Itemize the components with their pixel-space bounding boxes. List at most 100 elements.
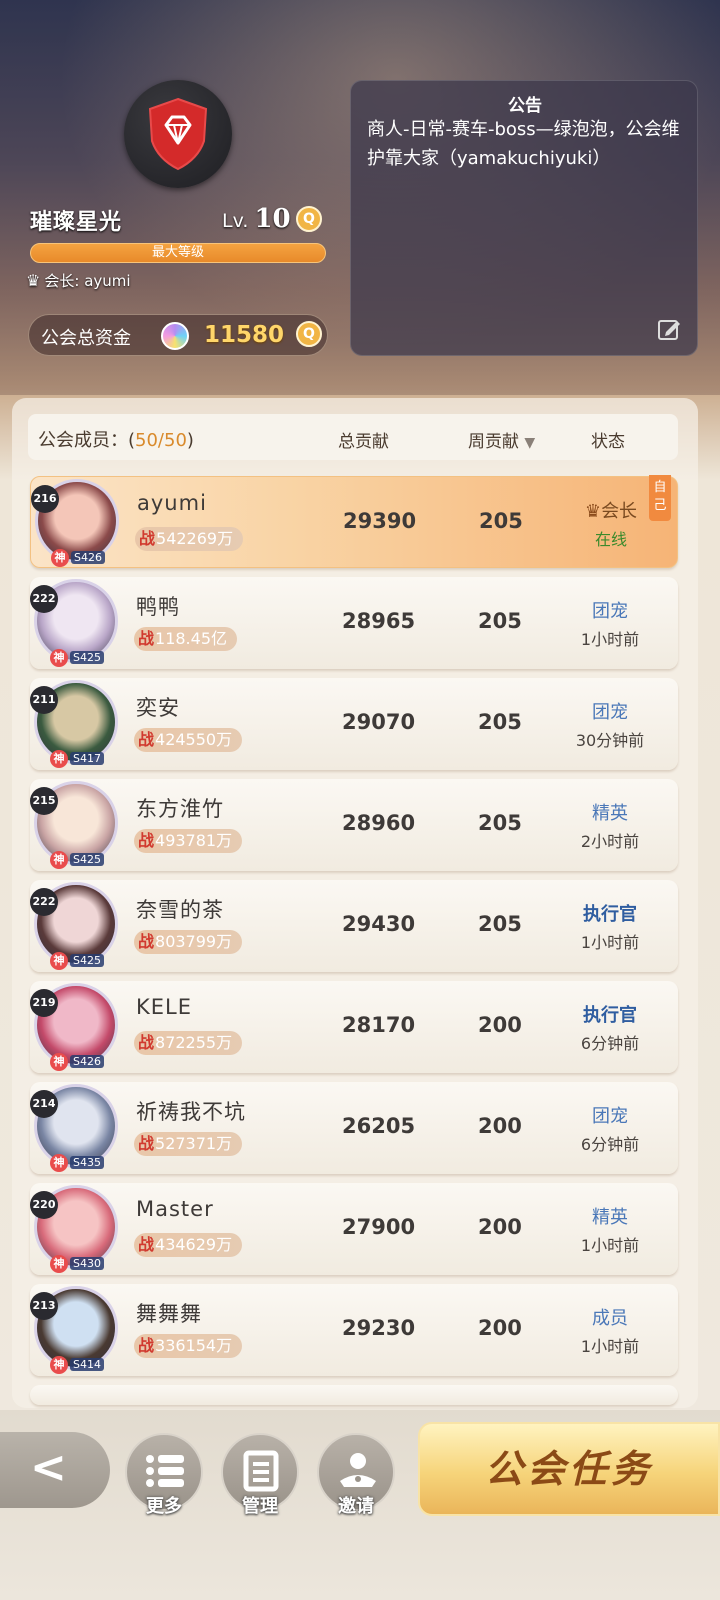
edit-icon[interactable]: [657, 317, 681, 341]
level-badge: 222: [30, 585, 58, 613]
member-row[interactable]: 220 神 S430 Master 战434629万 27900 200 精英 1小时前: [30, 1183, 678, 1275]
member-row[interactable]: 222 神 S425 奈雪的茶 战803799万 29430 205 执行官 1小时前: [30, 880, 678, 972]
god-badge-icon: 神: [51, 549, 69, 567]
god-badge-icon: 神: [50, 952, 68, 970]
combat-power: 战872255万: [134, 1031, 243, 1055]
level-badge: 211: [30, 686, 58, 714]
level-badge: 220: [30, 1191, 58, 1219]
member-name: KELE: [136, 995, 193, 1019]
total-contribution: 29390: [343, 509, 417, 533]
gem-icon: [161, 322, 189, 350]
member-row[interactable]: 219 神 S426 KELE 战872255万 28170 200 执行官 6分钟前: [30, 981, 678, 1073]
power-prefix: 战: [138, 831, 155, 850]
total-contribution: 29430: [342, 912, 416, 936]
sort-down-icon: ▼: [524, 435, 536, 451]
guild-emblem[interactable]: [124, 80, 232, 188]
power-value: 424550万: [155, 730, 233, 749]
power-prefix: 战: [138, 1134, 155, 1153]
col-week-header[interactable]: 周贡献 ▼: [468, 427, 535, 452]
god-badge-icon: 神: [50, 649, 68, 667]
power-value: 493781万: [155, 831, 233, 850]
guild-name: 璀璨星光: [30, 210, 123, 235]
role-label: 执行官: [583, 1005, 637, 1026]
server-tag: S414: [70, 1358, 104, 1371]
total-contribution: 28960: [342, 811, 416, 835]
power-prefix: 战: [138, 1336, 155, 1355]
member-row[interactable]: 222 神 S425 鸭鸭 战118.45亿 28965 205 团宠 1小时前: [30, 577, 678, 669]
god-badge-icon: 神: [50, 1255, 68, 1273]
member-name: 奈雪的茶: [136, 898, 224, 922]
back-arrow-icon[interactable]: <: [0, 1432, 110, 1508]
member-row[interactable]: 211 神 S417 奕安 战424550万 29070 205 团宠 30分钟前: [30, 678, 678, 770]
member-row[interactable]: 213 神 S414 舞舞舞 战336154万 29230 200 成员 1小时前: [30, 1284, 678, 1376]
server-tag: S425: [70, 954, 104, 967]
member-row-partial[interactable]: [30, 1385, 678, 1405]
member-role: 团宠: [555, 1102, 665, 1128]
combat-power: 战542269万: [135, 527, 244, 551]
power-value: 434629万: [155, 1235, 233, 1254]
role-label: 会长: [601, 501, 638, 522]
god-badge-icon: 神: [50, 1154, 68, 1172]
invite-label: 邀请: [338, 1496, 374, 1517]
server-tag: S435: [70, 1156, 104, 1169]
member-row-self[interactable]: 216 神 S426 ayumi 战542269万 29390 205 ♛会长 在线 自己: [30, 475, 678, 568]
god-badge-icon: 神: [50, 851, 68, 869]
member-name: 鸭鸭: [136, 595, 180, 619]
crown-icon: ♛: [26, 271, 41, 290]
col-total-header[interactable]: 总贡献: [338, 427, 389, 452]
weekly-contribution: 200: [478, 1215, 522, 1239]
manage-label: 管理: [242, 1496, 278, 1517]
combat-power: 战118.45亿: [134, 627, 238, 651]
notice-board: 公告 商人-日常-赛车-boss—绿泡泡，公会维护靠大家（yamakuchiyu…: [350, 80, 698, 356]
member-row[interactable]: 215 神 S425 东方淮竹 战493781万 28960 205 精英 2小时前: [30, 779, 678, 871]
more-label: 更多: [146, 1496, 182, 1517]
combat-power: 战803799万: [134, 930, 243, 954]
combat-power: 战424550万: [134, 728, 243, 752]
members-count: 50/50: [135, 430, 187, 451]
member-role: 执行官: [555, 900, 665, 926]
guild-task-button[interactable]: 公会任务: [418, 1422, 720, 1516]
fund-search-icon[interactable]: Q: [296, 321, 322, 347]
weekly-contribution: 205: [478, 912, 522, 936]
role-label: 精英: [592, 803, 628, 824]
member-status: 30分钟前: [575, 731, 645, 750]
god-badge-icon: 神: [50, 750, 68, 768]
total-contribution: 29230: [342, 1316, 416, 1340]
server-tag: S426: [70, 1055, 104, 1068]
role-label: 团宠: [592, 702, 628, 723]
total-contribution: 26205: [342, 1114, 416, 1138]
guild-leader: ♛ 会长: ayumi: [26, 270, 131, 291]
list-icon: [146, 1455, 184, 1487]
weekly-contribution: 200: [478, 1316, 522, 1340]
leader-label: 会长:: [44, 272, 80, 290]
role-label: 团宠: [592, 1106, 628, 1127]
level-badge: 214: [30, 1090, 58, 1118]
role-label: 精英: [592, 1207, 628, 1228]
member-name: 奕安: [136, 696, 180, 720]
member-row[interactable]: 214 神 S435 祈祷我不坑 战527371万 26205 200 团宠 6分钟前: [30, 1082, 678, 1174]
ruby-shield-icon: [148, 97, 208, 171]
notice-text: 商人-日常-赛车-boss—绿泡泡，公会维护靠大家（yamakuchiyuki）: [367, 119, 680, 169]
member-status: 6分钟前: [580, 1135, 640, 1154]
notice-title: 公告: [508, 96, 542, 116]
combat-power: 战493781万: [134, 829, 243, 853]
level-badge: 222: [30, 888, 58, 916]
col-week-label: 周贡献: [468, 432, 519, 452]
power-value: 803799万: [155, 932, 233, 951]
total-contribution: 27900: [342, 1215, 416, 1239]
god-badge-icon: 神: [50, 1356, 68, 1374]
crown-icon: ♛: [584, 501, 602, 522]
guild-level: Lv. 10: [222, 204, 291, 234]
weekly-contribution: 205: [478, 811, 522, 835]
manage-icon: [243, 1450, 279, 1492]
max-level-bar: 最大等级: [30, 243, 326, 263]
power-prefix: 战: [138, 629, 155, 648]
total-contribution: 28965: [342, 609, 416, 633]
weekly-contribution: 205: [479, 509, 523, 533]
level-search-icon[interactable]: Q: [296, 206, 322, 232]
server-tag: S425: [70, 651, 104, 664]
weekly-contribution: 205: [478, 609, 522, 633]
member-table-header: 公会成员：(50/50) 总贡献 周贡献 ▼ 状态: [28, 414, 678, 460]
power-value: 118.45亿: [155, 629, 228, 648]
member-role: 团宠: [555, 597, 665, 623]
